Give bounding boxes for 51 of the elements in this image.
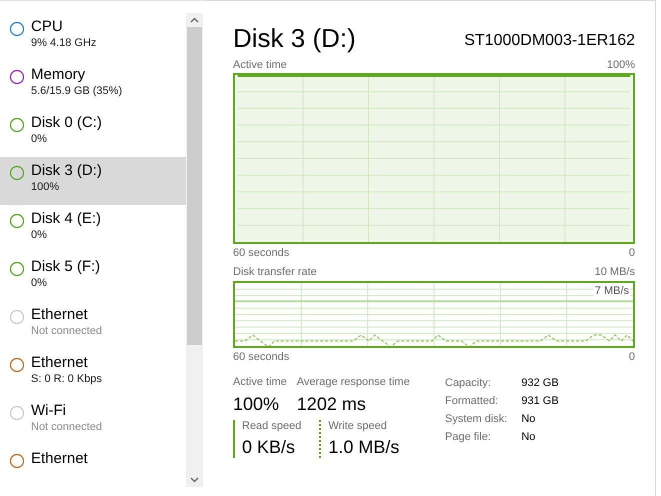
stat-label: Read speed bbox=[242, 420, 302, 433]
item-title: Disk 5 (F:) bbox=[31, 258, 100, 276]
item-subtitle: 5.6/15.9 GB (35%) bbox=[31, 84, 122, 98]
item-subtitle: Not connected bbox=[31, 324, 102, 338]
scroll-down-icon[interactable] bbox=[190, 477, 199, 483]
item-title: Disk 3 (D:) bbox=[31, 162, 102, 180]
stat-label: Average response time bbox=[296, 376, 410, 389]
item-title: Memory bbox=[31, 66, 86, 84]
item-title: CPU bbox=[31, 18, 64, 36]
scrollbar[interactable] bbox=[186, 13, 203, 487]
item-title: Ethernet bbox=[31, 306, 89, 324]
stat-value: 1202 ms bbox=[296, 393, 367, 415]
disk-title: Disk 3 (D:) bbox=[233, 23, 356, 53]
item-subtitle: 9% 4.18 GHz bbox=[31, 36, 96, 50]
property-value: 931 GB bbox=[521, 394, 559, 408]
stat-value: 100% bbox=[233, 393, 280, 415]
graph-label: Disk transfer rate bbox=[233, 266, 317, 279]
sidebar-item[interactable]: Disk 3 (D:) 100% bbox=[0, 157, 186, 205]
item-subtitle: 0% bbox=[31, 132, 48, 146]
stat-label: Active time bbox=[233, 376, 287, 389]
property-value: No bbox=[521, 430, 536, 444]
graph-max-label: 10 MB/s bbox=[594, 266, 635, 279]
scroll-up-icon[interactable] bbox=[190, 17, 199, 23]
graph-min-label: 0 bbox=[628, 247, 635, 260]
graph-max-label: 100% bbox=[606, 59, 635, 72]
item-subtitle: 0% bbox=[31, 276, 48, 290]
graph-scale-label: 7 MB/s bbox=[594, 285, 630, 298]
property-value: 932 GB bbox=[521, 376, 559, 390]
stat-value: 0 KB/s bbox=[242, 436, 296, 458]
item-subtitle: 0% bbox=[31, 228, 48, 242]
time-span-label: 60 seconds bbox=[233, 351, 290, 364]
time-span-label: 60 seconds bbox=[233, 247, 290, 260]
disk-model: ST1000DM003-1ER162 bbox=[464, 31, 635, 51]
item-title: Ethernet bbox=[31, 354, 89, 372]
property-label: Formatted: bbox=[445, 394, 500, 408]
property-value: No bbox=[521, 412, 536, 426]
item-title: Disk 4 (E:) bbox=[31, 210, 102, 228]
item-title: Wi-Fi bbox=[31, 402, 67, 420]
property-label: System disk: bbox=[445, 412, 508, 426]
item-title: Disk 0 (C:) bbox=[31, 114, 102, 132]
graph-label: Active time bbox=[233, 59, 287, 72]
scroll-thumb[interactable] bbox=[187, 27, 202, 345]
stat-value: 1.0 MB/s bbox=[328, 436, 400, 458]
property-label: Capacity: bbox=[445, 376, 492, 390]
stat-label: Write speed bbox=[328, 420, 388, 433]
item-subtitle: S: 0 R: 0 Kbps bbox=[31, 372, 102, 386]
item-title: Ethernet bbox=[31, 450, 88, 468]
property-label: Page file: bbox=[445, 430, 492, 444]
item-subtitle: Not connected bbox=[31, 420, 102, 434]
graph-min-label: 0 bbox=[628, 351, 635, 364]
item-subtitle: 100% bbox=[31, 180, 60, 194]
